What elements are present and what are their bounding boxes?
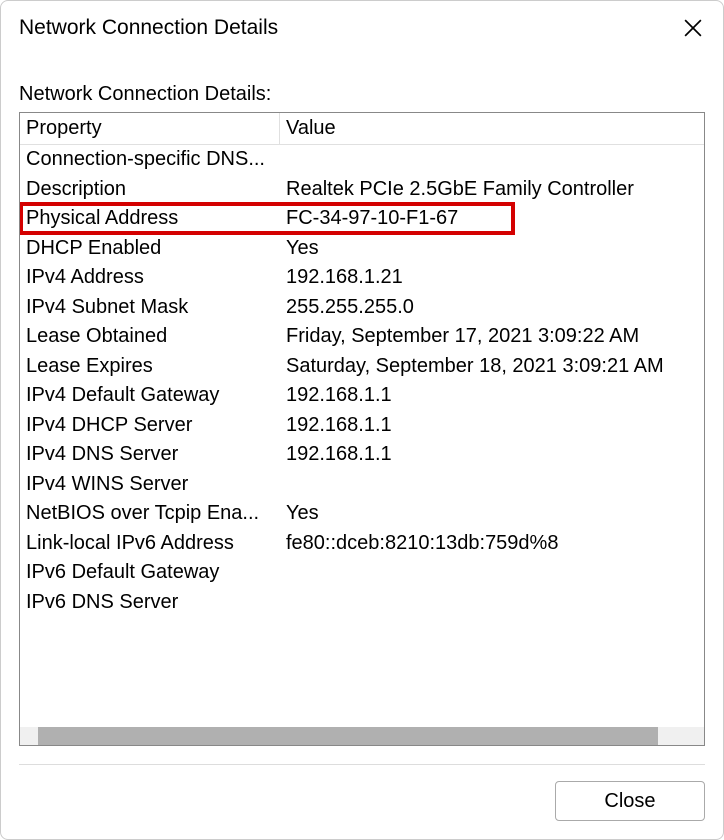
table-row[interactable]: IPv4 Address192.168.1.21 [20, 263, 704, 293]
horizontal-scrollbar[interactable] [20, 727, 704, 745]
value-cell [280, 558, 704, 588]
header-property[interactable]: Property [20, 113, 280, 144]
property-cell: IPv4 Default Gateway [20, 381, 280, 411]
property-cell: Description [20, 175, 280, 205]
table-row[interactable]: DHCP EnabledYes [20, 234, 704, 264]
property-cell: IPv4 Address [20, 263, 280, 293]
property-cell: IPv4 DNS Server [20, 440, 280, 470]
dialog-footer: Close [1, 765, 723, 839]
table-row[interactable]: Lease ObtainedFriday, September 17, 2021… [20, 322, 704, 352]
value-cell [280, 145, 704, 175]
property-cell: Link-local IPv6 Address [20, 529, 280, 559]
x-icon [684, 19, 702, 37]
table-row[interactable]: IPv4 DHCP Server192.168.1.1 [20, 411, 704, 441]
table-row[interactable]: IPv4 DNS Server192.168.1.1 [20, 440, 704, 470]
property-cell: DHCP Enabled [20, 234, 280, 264]
header-value[interactable]: Value [280, 113, 704, 144]
table-row[interactable]: IPv4 WINS Server [20, 470, 704, 500]
value-cell: Yes [280, 234, 704, 264]
content-area: Network Connection Details: Property Val… [1, 51, 723, 765]
close-icon[interactable] [681, 16, 705, 40]
table-row[interactable]: Connection-specific DNS... [20, 145, 704, 175]
titlebar: Network Connection Details [1, 1, 723, 51]
value-cell: Realtek PCIe 2.5GbE Family Controller [280, 175, 704, 205]
property-cell: IPv4 WINS Server [20, 470, 280, 500]
table-row[interactable]: IPv6 Default Gateway [20, 558, 704, 588]
value-cell: Yes [280, 499, 704, 529]
table-row[interactable]: Lease ExpiresSaturday, September 18, 202… [20, 352, 704, 382]
details-label: Network Connection Details: [19, 83, 705, 106]
value-cell [280, 588, 704, 618]
details-table: Property Value Connection-specific DNS..… [19, 112, 705, 746]
table-row[interactable]: IPv4 Default Gateway192.168.1.1 [20, 381, 704, 411]
value-cell: fe80::dceb:8210:13db:759d%8 [280, 529, 704, 559]
value-cell: Saturday, September 18, 2021 3:09:21 AM [280, 352, 704, 382]
property-cell: IPv4 DHCP Server [20, 411, 280, 441]
scrollbar-thumb[interactable] [38, 727, 658, 745]
value-cell: FC-34-97-10-F1-67 [280, 204, 704, 234]
table-row[interactable]: NetBIOS over Tcpip Ena...Yes [20, 499, 704, 529]
property-cell: Physical Address [20, 204, 280, 234]
property-cell: Lease Expires [20, 352, 280, 382]
dialog-window: Network Connection Details Network Conne… [0, 0, 724, 840]
property-cell: NetBIOS over Tcpip Ena... [20, 499, 280, 529]
close-button[interactable]: Close [555, 781, 705, 821]
table-header-row: Property Value [20, 113, 704, 145]
table-row[interactable]: DescriptionRealtek PCIe 2.5GbE Family Co… [20, 175, 704, 205]
table-row[interactable]: IPv6 DNS Server [20, 588, 704, 618]
value-cell: 192.168.1.1 [280, 440, 704, 470]
table-body: Connection-specific DNS...DescriptionRea… [20, 145, 704, 617]
property-cell: Lease Obtained [20, 322, 280, 352]
value-cell: 192.168.1.1 [280, 381, 704, 411]
property-cell: IPv6 Default Gateway [20, 558, 280, 588]
value-cell [280, 470, 704, 500]
value-cell: 192.168.1.1 [280, 411, 704, 441]
value-cell: 255.255.255.0 [280, 293, 704, 323]
property-cell: IPv4 Subnet Mask [20, 293, 280, 323]
table-row[interactable]: Physical AddressFC-34-97-10-F1-67 [20, 204, 704, 234]
property-cell: IPv6 DNS Server [20, 588, 280, 618]
value-cell: 192.168.1.21 [280, 263, 704, 293]
value-cell: Friday, September 17, 2021 3:09:22 AM [280, 322, 704, 352]
property-cell: Connection-specific DNS... [20, 145, 280, 175]
window-title: Network Connection Details [19, 16, 278, 40]
table-row[interactable]: Link-local IPv6 Addressfe80::dceb:8210:1… [20, 529, 704, 559]
table-row[interactable]: IPv4 Subnet Mask255.255.255.0 [20, 293, 704, 323]
